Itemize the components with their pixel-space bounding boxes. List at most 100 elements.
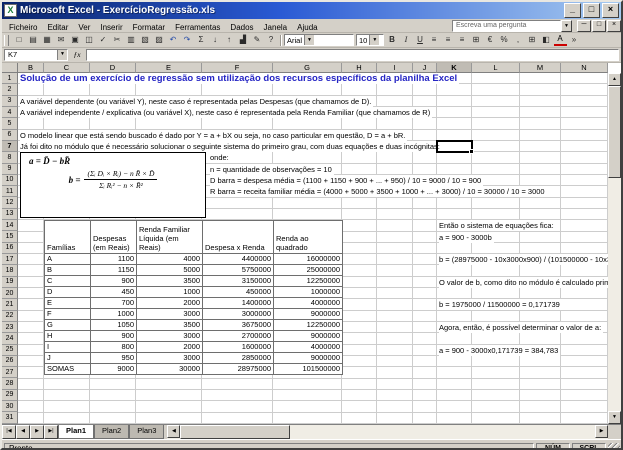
- cell-note[interactable]: a = 900 - 3000b: [439, 232, 494, 243]
- column-header-b[interactable]: B: [18, 63, 44, 73]
- table-cell-value[interactable]: 900: [91, 276, 137, 287]
- cells-grid[interactable]: a = D̄ − bR̄ b = (Σᵢ Dᵢ × Rᵢ) − n R̄ × D…: [18, 73, 608, 424]
- row-header-4[interactable]: 4: [2, 107, 18, 118]
- toolbar-align-left-icon[interactable]: ≡: [428, 34, 441, 46]
- row-header-3[interactable]: 3: [2, 96, 18, 107]
- toolbar-grip[interactable]: [4, 35, 9, 46]
- table-cell-value[interactable]: 25000000: [274, 265, 343, 276]
- table-cell-value[interactable]: 4000: [137, 254, 203, 265]
- menu-ver[interactable]: Ver: [73, 23, 95, 32]
- toolbar-drawing-icon[interactable]: ✎: [251, 34, 264, 46]
- toolbar-italic-icon[interactable]: I: [400, 34, 413, 46]
- toolbar-bold-icon[interactable]: B: [386, 34, 399, 46]
- toolbar-percent-icon[interactable]: %: [498, 34, 511, 46]
- toolbar-print-icon[interactable]: ▣: [69, 34, 82, 46]
- table-cell-value[interactable]: 1000000: [274, 287, 343, 298]
- cell-paragraph[interactable]: Já foi dito no módulo que é necessário s…: [20, 141, 442, 152]
- table-cell-value[interactable]: 3000000: [203, 309, 274, 320]
- cell-where-line[interactable]: n = quantidade de observações = 10: [210, 164, 334, 175]
- row-header-2[interactable]: 2: [2, 84, 18, 95]
- table-cell-value[interactable]: 5750000: [203, 265, 274, 276]
- name-box-dropdown-icon[interactable]: ▼: [57, 50, 67, 60]
- vertical-scrollbar[interactable]: ▲ ▼: [608, 73, 621, 424]
- table-cell-label[interactable]: B: [45, 265, 91, 276]
- table-cell-value[interactable]: 30000: [137, 364, 203, 375]
- table-cell-value[interactable]: 2000: [137, 342, 203, 353]
- table-cell-value[interactable]: 28975000: [203, 364, 274, 375]
- font-name-combo[interactable]: Arial ▼: [284, 34, 354, 46]
- toolbar-more-buttons-icon[interactable]: »: [568, 34, 581, 46]
- toolbar-sort-ascending-icon[interactable]: ↓: [209, 34, 222, 46]
- toolbar-save-icon[interactable]: ▦: [41, 34, 54, 46]
- table-cell-value[interactable]: 2700000: [203, 331, 274, 342]
- table-cell-label[interactable]: C: [45, 276, 91, 287]
- toolbar-help-icon[interactable]: ?: [265, 34, 278, 46]
- table-cell-value[interactable]: 700: [91, 298, 137, 309]
- table-cell-value[interactable]: 900: [91, 331, 137, 342]
- cell-where-line[interactable]: D barra = despesa média = (1100 + 1150 +…: [210, 175, 483, 186]
- table-cell-value[interactable]: 16000000: [274, 254, 343, 265]
- cell-where-line[interactable]: onde:: [210, 152, 231, 163]
- table-cell-value[interactable]: 1150: [91, 265, 137, 276]
- toolbar-underline-icon[interactable]: U: [414, 34, 427, 46]
- cell-note[interactable]: a = 900 - 3000x0,171739 = 384,783: [439, 345, 560, 356]
- resize-grip[interactable]: [608, 443, 620, 450]
- toolbar-comma-icon[interactable]: ,: [512, 34, 525, 46]
- menu-ficheiro[interactable]: Ficheiro: [4, 23, 42, 32]
- column-header-m[interactable]: M: [520, 63, 561, 73]
- menu-ajuda[interactable]: Ajuda: [292, 23, 322, 32]
- table-cell-value[interactable]: 1050: [91, 320, 137, 331]
- cell-paragraph[interactable]: A variável dependente (ou variável Y), n…: [20, 96, 373, 107]
- row-header-26[interactable]: 26: [2, 356, 18, 367]
- workbook-restore-button[interactable]: □: [592, 20, 606, 32]
- select-all-corner[interactable]: [2, 63, 18, 73]
- table-cell-value[interactable]: 4400000: [203, 254, 274, 265]
- table-cell-value[interactable]: 101500000: [274, 364, 343, 375]
- row-header-24[interactable]: 24: [2, 333, 18, 344]
- scroll-left-icon[interactable]: ◀: [167, 425, 180, 438]
- table-cell-value[interactable]: 3500: [137, 320, 203, 331]
- table-cell-value[interactable]: 5000: [137, 265, 203, 276]
- column-header-c[interactable]: C: [44, 63, 90, 73]
- table-cell-label[interactable]: D: [45, 287, 91, 298]
- row-header-31[interactable]: 31: [2, 412, 18, 423]
- horizontal-scrollbar[interactable]: ◀ ▶: [167, 425, 608, 439]
- toolbar-print-preview-icon[interactable]: ◫: [83, 34, 96, 46]
- row-header-29[interactable]: 29: [2, 390, 18, 401]
- font-name-dropdown-icon[interactable]: ▼: [304, 35, 314, 45]
- table-cell-value[interactable]: 3675000: [203, 320, 274, 331]
- sheet-tab-plan1[interactable]: Plan1: [58, 425, 94, 439]
- column-header-d[interactable]: D: [90, 63, 136, 73]
- insert-function-button[interactable]: ƒx: [70, 50, 84, 60]
- toolbar-align-right-icon[interactable]: ≡: [456, 34, 469, 46]
- menu-editar[interactable]: Editar: [42, 23, 73, 32]
- table-cell-label[interactable]: H: [45, 331, 91, 342]
- column-header-j[interactable]: J: [413, 63, 437, 73]
- horizontal-scroll-track[interactable]: [290, 425, 595, 439]
- window-maximize-button[interactable]: □: [583, 3, 600, 18]
- table-cell-value[interactable]: 4000000: [274, 298, 343, 309]
- window-minimize-button[interactable]: _: [564, 3, 581, 18]
- table-cell-label[interactable]: F: [45, 309, 91, 320]
- table-cell-value[interactable]: 3000: [137, 331, 203, 342]
- table-cell-value[interactable]: 9000000: [274, 331, 343, 342]
- row-header-13[interactable]: 13: [2, 209, 18, 220]
- regression-data-table[interactable]: FamíliasDespesas (em Reais)Renda Familia…: [44, 220, 343, 375]
- sheet-tab-plan3[interactable]: Plan3: [129, 425, 164, 439]
- row-header-1[interactable]: 1: [2, 73, 18, 84]
- cell-note[interactable]: b = (28975000 - 10x3000x900) / (10150000…: [439, 254, 608, 265]
- table-cell-value[interactable]: 800: [91, 342, 137, 353]
- row-header-23[interactable]: 23: [2, 322, 18, 333]
- column-header-n[interactable]: N: [561, 63, 608, 73]
- row-header-27[interactable]: 27: [2, 367, 18, 378]
- fill-handle[interactable]: [469, 149, 474, 154]
- cell-note[interactable]: O valor de b, como dito no módulo é calc…: [439, 277, 608, 288]
- toolbar-copy-icon[interactable]: ▥: [125, 34, 138, 46]
- row-header-11[interactable]: 11: [2, 186, 18, 197]
- name-box[interactable]: K7 ▼: [4, 49, 68, 61]
- workbook-close-button[interactable]: ×: [607, 20, 621, 32]
- table-cell-value[interactable]: 9000000: [274, 353, 343, 364]
- tab-nav-previous-icon[interactable]: ◀: [16, 425, 30, 439]
- row-header-12[interactable]: 12: [2, 197, 18, 208]
- tab-nav-next-icon[interactable]: ▶: [30, 425, 44, 439]
